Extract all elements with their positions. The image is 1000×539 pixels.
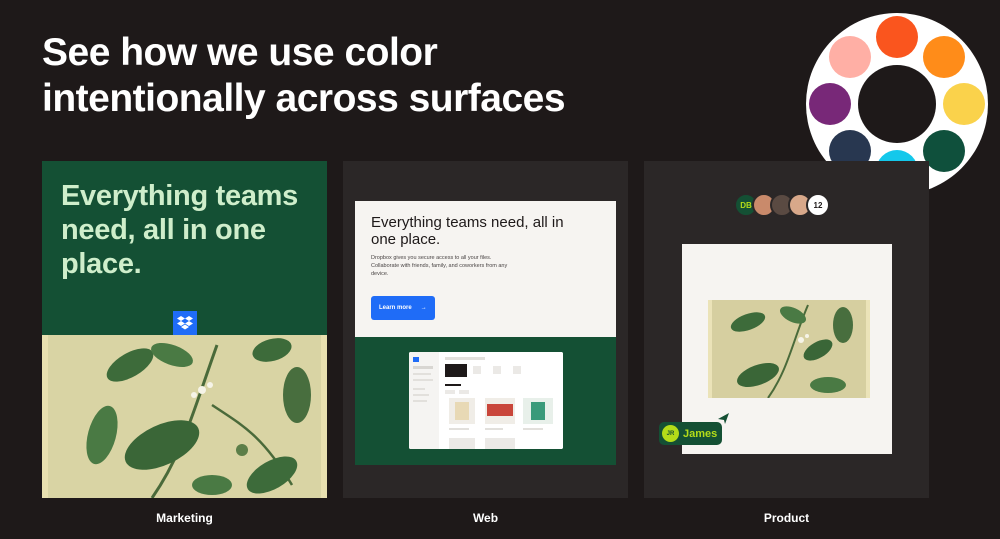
color-swatch-purple (809, 83, 851, 125)
web-body-text: Dropbox gives you secure access to all y… (371, 255, 508, 277)
more-count-label: 12 (813, 200, 823, 210)
web-caption: Web (472, 511, 499, 525)
cursor-initials: JR (662, 425, 679, 442)
learn-more-label: Learn more (379, 305, 412, 311)
product-panel: DB 12 JR James (644, 161, 929, 498)
web-hero: Everything teams need, all in one place.… (355, 201, 616, 337)
dropbox-logo-icon (173, 311, 197, 335)
page-headline: See how we use color intentionally acros… (42, 30, 682, 122)
web-title: Everything teams need, all in one place. (371, 214, 564, 248)
more-collaborators-count[interactable]: 12 (806, 193, 830, 217)
color-swatch-pink (828, 35, 871, 78)
headline-line-2: intentionally across surfaces (42, 77, 566, 120)
color-swatch-dark-green (923, 130, 966, 173)
learn-more-button[interactable]: Learn more → (371, 296, 435, 320)
marketing-caption: Marketing (156, 511, 213, 525)
color-swatch-yellow (943, 83, 985, 125)
color-swatch-orange-red (876, 16, 918, 58)
arrow-right-icon: → (420, 305, 427, 311)
marketing-panel: Everything teams need, all in one place. (42, 161, 327, 498)
headline-line-1: See how we use color (42, 31, 438, 74)
avatar-initials: DB (740, 200, 752, 210)
marketing-title: Everything teams need, all in one place. (61, 180, 298, 280)
collaborator-cursor: JR James (659, 422, 723, 445)
web-product-section (355, 337, 616, 465)
collaborator-avatars: DB 12 (734, 193, 830, 219)
plant-illustration (708, 300, 870, 399)
color-wheel-center (858, 65, 936, 143)
web-panel: Everything teams need, all in one place.… (343, 161, 628, 498)
color-swatch-orange (923, 35, 966, 78)
cursor-name: James (683, 427, 718, 440)
app-screenshot (409, 352, 563, 449)
product-caption: Product (763, 511, 810, 525)
plant-illustration (42, 335, 327, 498)
